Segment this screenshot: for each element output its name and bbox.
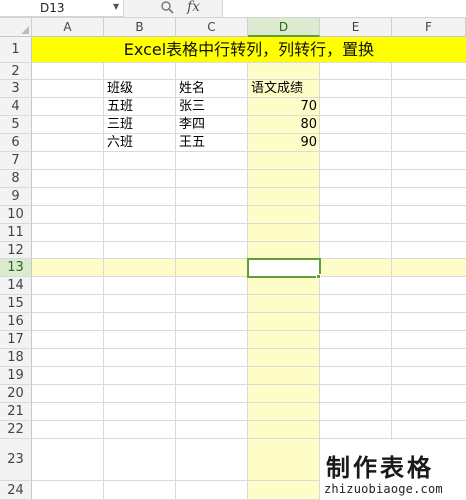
grid-row-line bbox=[32, 79, 466, 80]
fx-icon[interactable]: fx bbox=[187, 0, 200, 15]
row-header-9[interactable]: 9 bbox=[0, 188, 32, 206]
grid-row-line bbox=[32, 223, 466, 224]
column-header-d[interactable]: D bbox=[248, 18, 320, 37]
row-header-6[interactable]: 6 bbox=[0, 134, 32, 152]
formula-input[interactable] bbox=[222, 0, 466, 17]
row-header-19[interactable]: 19 bbox=[0, 367, 32, 385]
row-header-3[interactable]: 3 bbox=[0, 80, 32, 98]
grid-column-line bbox=[175, 37, 176, 500]
cell-d4[interactable]: 70 bbox=[248, 98, 317, 116]
grid-row-line bbox=[32, 402, 466, 403]
active-cell-d13[interactable] bbox=[247, 258, 321, 278]
row-header-15[interactable]: 15 bbox=[0, 295, 32, 313]
row-header-1[interactable]: 1 bbox=[0, 37, 32, 63]
row-header-5[interactable]: 5 bbox=[0, 116, 32, 134]
grid-row-line bbox=[32, 241, 466, 242]
row-header-2[interactable]: 2 bbox=[0, 63, 32, 80]
formula-bar: D13 ▼ fx bbox=[0, 0, 466, 18]
name-box-value: D13 bbox=[40, 1, 65, 15]
grid-row-line bbox=[32, 294, 466, 295]
watermark-title: 制作表格 bbox=[326, 453, 434, 482]
cell-c4[interactable]: 张三 bbox=[179, 98, 205, 116]
grid-row-line bbox=[32, 330, 466, 331]
grid-row-line bbox=[32, 348, 466, 349]
row-header-7[interactable]: 7 bbox=[0, 152, 32, 170]
cell-c5[interactable]: 李四 bbox=[179, 116, 205, 134]
row-header-17[interactable]: 17 bbox=[0, 331, 32, 349]
row-header-8[interactable]: 8 bbox=[0, 170, 32, 188]
fill-handle[interactable] bbox=[316, 274, 321, 279]
header-cell-name[interactable]: 姓名 bbox=[179, 80, 205, 98]
caret-down-icon[interactable]: ▼ bbox=[113, 2, 119, 11]
row-header-10[interactable]: 10 bbox=[0, 206, 32, 224]
row-header-14[interactable]: 14 bbox=[0, 277, 32, 295]
row-header-16[interactable]: 16 bbox=[0, 313, 32, 331]
header-cell-score[interactable]: 语文成绩 bbox=[251, 80, 303, 98]
row-header-22[interactable]: 22 bbox=[0, 421, 32, 439]
row-header-13[interactable]: 13 bbox=[0, 259, 32, 277]
grid-row-line bbox=[32, 366, 466, 367]
column-header-a[interactable]: A bbox=[32, 18, 104, 37]
magnifier-icon[interactable] bbox=[160, 0, 176, 17]
select-all-corner[interactable] bbox=[0, 18, 32, 37]
name-box[interactable]: D13 ▼ bbox=[0, 0, 124, 17]
cell-c6[interactable]: 王五 bbox=[179, 134, 205, 152]
grid-row-line bbox=[32, 312, 466, 313]
grid-column-line bbox=[103, 37, 104, 500]
column-header-c[interactable]: C bbox=[176, 18, 248, 37]
header-cell-class[interactable]: 班级 bbox=[107, 80, 133, 98]
grid-column-line bbox=[391, 37, 392, 500]
watermark-url: zhizuobiaoge.com bbox=[324, 482, 443, 496]
column-header-e[interactable]: E bbox=[320, 18, 392, 37]
column-header-f[interactable]: F bbox=[392, 18, 466, 37]
row-header-21[interactable]: 21 bbox=[0, 403, 32, 421]
row-header-18[interactable]: 18 bbox=[0, 349, 32, 367]
row-header-23[interactable]: 23 bbox=[0, 439, 32, 481]
cell-d6[interactable]: 90 bbox=[248, 134, 317, 152]
row-header-4[interactable]: 4 bbox=[0, 98, 32, 116]
grid-row-line bbox=[32, 438, 466, 439]
grid-row-line bbox=[32, 384, 466, 385]
cell-b5[interactable]: 三班 bbox=[107, 116, 133, 134]
row-header-24[interactable]: 24 bbox=[0, 481, 32, 500]
column-header-b[interactable]: B bbox=[104, 18, 176, 37]
cell-b6[interactable]: 六班 bbox=[107, 134, 133, 152]
row-header-12[interactable]: 12 bbox=[0, 242, 32, 259]
cell-b4[interactable]: 五班 bbox=[107, 98, 133, 116]
row-header-20[interactable]: 20 bbox=[0, 385, 32, 403]
grid-row-line bbox=[32, 420, 466, 421]
row-header-11[interactable]: 11 bbox=[0, 224, 32, 242]
grid-row-line bbox=[32, 205, 466, 206]
grid-row-line bbox=[32, 187, 466, 188]
cell-d5[interactable]: 80 bbox=[248, 116, 317, 134]
grid-row-line bbox=[32, 169, 466, 170]
sheet-title[interactable]: Excel表格中行转列，列转行，置换 bbox=[32, 37, 466, 63]
